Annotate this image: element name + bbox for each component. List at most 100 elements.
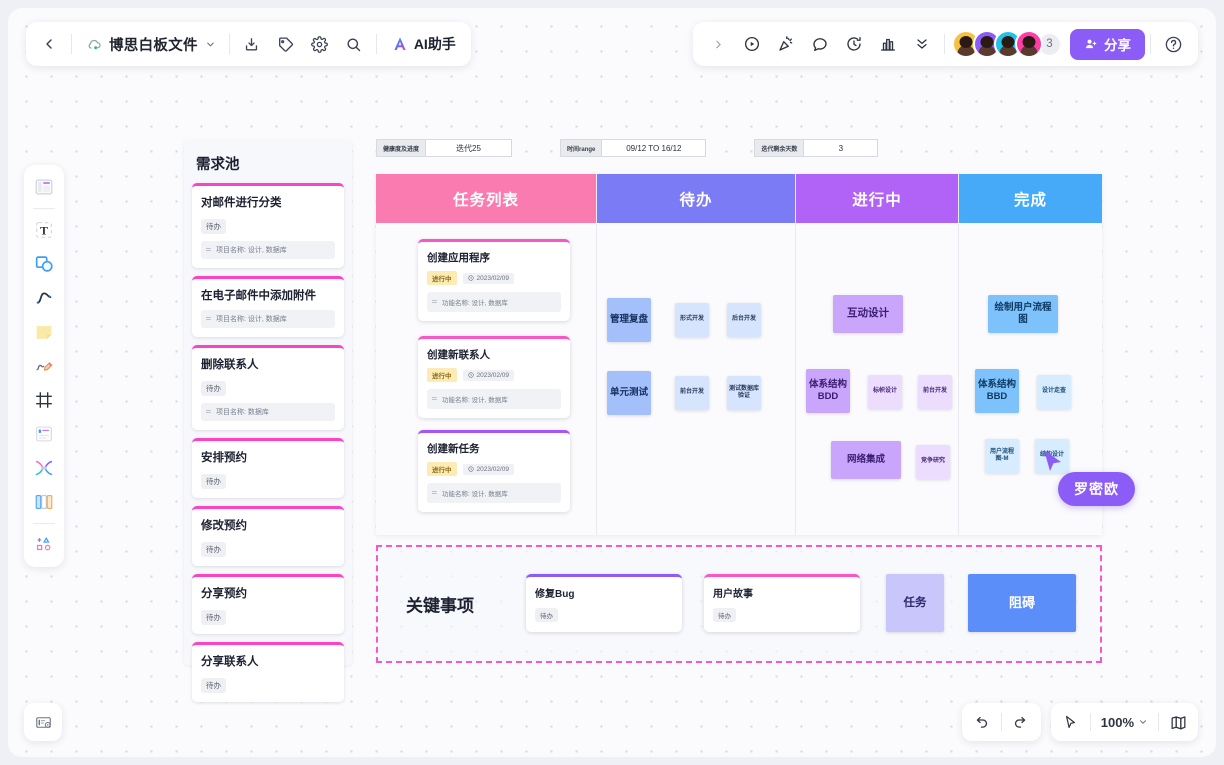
document-title-chip[interactable]: 博思白板文件 (77, 27, 224, 61)
meta-field[interactable]: 迭代剩余天数 3 (754, 139, 879, 157)
kanban-column-body[interactable]: 管理复盘 形式开发 后台开发单元测试 前台开发 测试数据库验证 (597, 223, 795, 535)
requirement-card-title: 分享联系人 (201, 656, 259, 668)
requirement-card[interactable]: 修改预约 待办 (192, 506, 344, 566)
collaborator-avatars[interactable]: 3 (952, 30, 1062, 58)
back-button[interactable] (32, 27, 66, 61)
pointer-tool-button[interactable] (1055, 707, 1087, 737)
kanban-sticky-note[interactable]: 用户流程图-M (985, 439, 1019, 473)
kanban-column-progress[interactable]: 进行中 互动设计 体系结构BDD 标帜设计 前台开发 网络集成 竞争研究 (796, 174, 959, 535)
requirement-card[interactable]: 删除联系人 待办 项目名称: 数据库 (192, 345, 344, 430)
meta-field[interactable]: 健康度及进度 迭代25 (376, 139, 513, 157)
requirement-card[interactable]: 分享预约 待办 (192, 574, 344, 634)
presentation-settings-icon (35, 716, 51, 728)
requirement-card-meta: 项目名称: 设计, 数据库 (201, 241, 335, 259)
meta-field-value[interactable]: 迭代25 (426, 139, 513, 157)
kanban-sticky-note[interactable]: 单元测试 (607, 371, 651, 415)
kanban-column-body[interactable]: 互动设计体系结构BDD 标帜设计 前台开发 网络集成 竞争研究 (796, 223, 958, 535)
key-items-band[interactable]: 关键事项 修复Bug 待办 用户故事 待办 任务 阻碍 (376, 545, 1102, 663)
toolbar-divider (228, 34, 230, 54)
meta-field[interactable]: 时间range 09/12 TO 16/12 (560, 139, 707, 157)
presentation-settings-button[interactable] (24, 703, 62, 741)
task-date-badge: 2023/02/09 (462, 272, 515, 284)
help-circle-icon (1165, 36, 1181, 52)
kanban-column-pending[interactable]: 待办 管理复盘 形式开发 后台开发 单元测试 前台开发 测试数据库验证 (597, 174, 796, 535)
requirement-card[interactable]: 对邮件进行分类 待办 项目名称: 设计, 数据库 (192, 183, 344, 268)
pen-tool[interactable] (28, 350, 60, 382)
kanban-column-body[interactable]: 创建应用程序 进行中 2023/02/09 功能名称: 设计, 数据库 创建新联系人 进行… (376, 223, 596, 535)
requirement-pool-panel[interactable]: 需求池 对邮件进行分类 待办 项目名称: 设计, 数据库 在电子邮件中添加附件 项目名称… (184, 140, 352, 702)
kanban-sticky-note[interactable]: 前台开发 (918, 375, 952, 409)
celebrate-button[interactable] (769, 27, 803, 61)
whiteboard-canvas[interactable]: 博思白板文件 AI助手 3 分享 T 100% 需求池 对邮件进行分类 待办 项… (8, 8, 1216, 757)
zoom-level-control[interactable]: 100% (1094, 707, 1155, 737)
remote-cursor-pointer (1042, 449, 1064, 480)
kanban-sticky-note[interactable]: 后台开发 (727, 303, 761, 337)
kanban-task-card[interactable]: 创建新联系人 进行中 2023/02/09 功能名称: 设计, 数据库 (418, 336, 570, 418)
settings-button[interactable] (303, 27, 337, 61)
kanban-column-tasks[interactable]: 任务列表 创建应用程序 进行中 2023/02/09 功能名称: 设计, 数据库 创建新… (376, 174, 597, 535)
kanban-sticky-note[interactable]: 竞争研究 (916, 445, 950, 479)
export-button[interactable] (235, 27, 269, 61)
meta-field-key: 时间range (560, 139, 603, 157)
collaboration-toolbar: 3 分享 (693, 22, 1198, 66)
more-elements-tool[interactable] (28, 529, 60, 561)
key-item-status-chip: 待办 (713, 608, 736, 622)
mindmap-tool[interactable] (28, 452, 60, 484)
expand-toolbar-button[interactable] (701, 27, 735, 61)
present-button[interactable] (735, 27, 769, 61)
ai-assistant-button[interactable]: AI助手 (382, 28, 465, 60)
meta-field-key: 迭代剩余天数 (754, 139, 805, 157)
vote-button[interactable] (871, 27, 905, 61)
meta-field-value[interactable]: 09/12 TO 16/12 (602, 139, 707, 157)
kanban-task-card[interactable]: 创建新任务 进行中 2023/02/09 功能名称: 设计, 数据库 (418, 430, 570, 512)
requirement-card[interactable]: 安排预约 待办 (192, 438, 344, 498)
template-tool[interactable] (28, 171, 60, 203)
undo-button[interactable] (966, 707, 998, 737)
kanban-sticky-note[interactable]: 体系结构BDD (806, 369, 850, 413)
requirement-card[interactable]: 分享联系人 待办 (192, 642, 344, 702)
connector-tool[interactable] (28, 282, 60, 314)
kanban-sticky-note[interactable]: 标帜设计 (868, 375, 902, 409)
kanban-task-card[interactable]: 创建应用程序 进行中 2023/02/09 功能名称: 设计, 数据库 (418, 239, 570, 321)
minimap-button[interactable] (1162, 707, 1194, 737)
share-button[interactable]: 分享 (1070, 28, 1145, 60)
meta-field-value[interactable]: 3 (804, 139, 879, 157)
sticky-note-tool[interactable] (28, 316, 60, 348)
redo-button[interactable] (1005, 707, 1037, 737)
requirement-status-chip: 待办 (201, 542, 226, 557)
kanban-sticky-note[interactable]: 形式开发 (675, 303, 709, 337)
kanban-tool[interactable] (28, 486, 60, 518)
card-tool[interactable] (28, 418, 60, 450)
timer-button[interactable] (837, 27, 871, 61)
kanban-board[interactable]: 任务列表 创建应用程序 进行中 2023/02/09 功能名称: 设计, 数据库 创建新… (376, 174, 1102, 535)
avatar[interactable] (1015, 30, 1043, 58)
comment-button[interactable] (803, 27, 837, 61)
requirement-card[interactable]: 在电子邮件中添加附件 项目名称: 设计, 数据库 (192, 276, 344, 337)
key-item-card[interactable]: 用户故事 待办 (704, 574, 860, 632)
mindmap-icon (35, 460, 53, 476)
more-tools-button[interactable] (905, 27, 939, 61)
search-button[interactable] (337, 27, 371, 61)
task-date-badge: 2023/02/09 (462, 463, 515, 475)
key-item-card[interactable]: 修复Bug 待办 (526, 574, 682, 632)
kanban-sticky-note[interactable]: 测试数据库验证 (727, 376, 761, 410)
shape-tool[interactable] (28, 248, 60, 280)
kanban-sticky-note[interactable]: 体系结构BBD (975, 369, 1019, 413)
text-tool[interactable]: T (28, 214, 60, 246)
key-item-sticky-note[interactable]: 任务 (886, 574, 944, 632)
kanban-sticky-note[interactable]: 互动设计 (833, 295, 903, 333)
help-button[interactable] (1156, 27, 1190, 61)
list-icon (432, 491, 437, 494)
kanban-sticky-note[interactable]: 管理复盘 (607, 298, 651, 342)
tag-button[interactable] (269, 27, 303, 61)
frame-tool[interactable] (28, 384, 60, 416)
kanban-icon (35, 495, 53, 509)
key-item-title: 用户故事 (713, 589, 753, 600)
kanban-sticky-note[interactable]: 网络集成 (831, 441, 901, 479)
kanban-sticky-note[interactable]: 前台开发 (675, 376, 709, 410)
kanban-sticky-note[interactable]: 设计走查 (1037, 375, 1071, 409)
ai-sparkle-icon (394, 37, 406, 50)
key-item-sticky-note[interactable]: 阻碍 (968, 574, 1076, 632)
kanban-sticky-note[interactable]: 绘制用户流程图 (988, 295, 1058, 333)
shape-icon (35, 256, 53, 272)
